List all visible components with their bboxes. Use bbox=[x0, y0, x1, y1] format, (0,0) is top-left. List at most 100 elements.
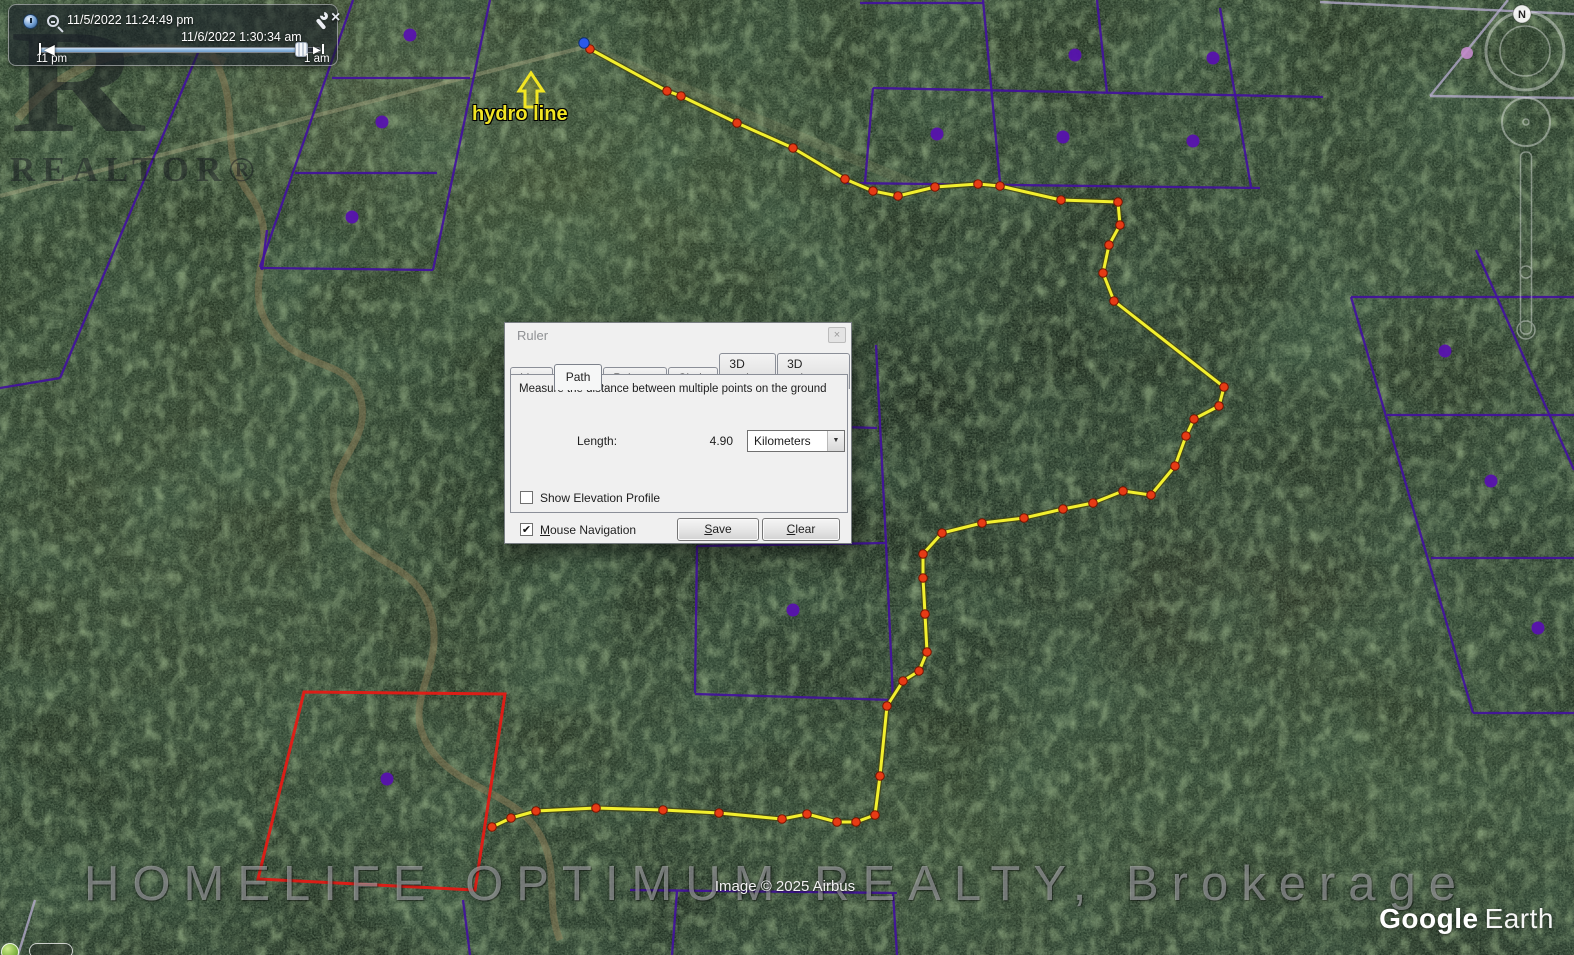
path-vertex[interactable] bbox=[663, 87, 672, 96]
mouse-navigation-checkbox[interactable]: ✔ bbox=[520, 523, 533, 536]
realtor-logo-word: REALTOR® bbox=[10, 150, 261, 190]
path-vertex[interactable] bbox=[1171, 462, 1180, 471]
path-vertex[interactable] bbox=[841, 175, 850, 184]
path-vertex[interactable] bbox=[871, 811, 880, 820]
path-vertex[interactable] bbox=[915, 667, 924, 676]
path-vertex[interactable] bbox=[586, 45, 595, 54]
units-dropdown[interactable]: Kilometers ▼ bbox=[747, 430, 845, 452]
show-elevation-profile-checkbox[interactable] bbox=[520, 491, 533, 504]
path-vertex[interactable] bbox=[996, 182, 1005, 191]
tab-path[interactable]: Path bbox=[554, 364, 603, 390]
parcel-boundary-line bbox=[845, 183, 1260, 188]
status-peek-icon[interactable] bbox=[1, 943, 19, 955]
path-vertex[interactable] bbox=[978, 519, 987, 528]
path-vertex[interactable] bbox=[677, 92, 686, 101]
path-vertex[interactable] bbox=[938, 529, 947, 538]
path-vertex[interactable] bbox=[715, 809, 724, 818]
parcel-marker-dot bbox=[1532, 622, 1545, 635]
google-earth-logo: GoogleEarth bbox=[1379, 903, 1554, 935]
path-vertex[interactable] bbox=[1059, 505, 1068, 514]
path-vertex[interactable] bbox=[931, 183, 940, 192]
path-vertex[interactable] bbox=[659, 806, 668, 815]
parcel-marker-dot bbox=[1439, 345, 1452, 358]
path-vertex[interactable] bbox=[1020, 514, 1029, 523]
ruler-tab-panel: Measure the distance between multiple po… bbox=[510, 374, 848, 513]
compass-inner-ring[interactable] bbox=[1500, 26, 1550, 76]
path-vertex[interactable] bbox=[869, 187, 878, 196]
look-joystick[interactable] bbox=[1502, 98, 1550, 146]
path-vertex[interactable] bbox=[852, 818, 861, 827]
scale-peek-control[interactable] bbox=[29, 943, 73, 955]
brokerage-watermark: HOMELIFE OPTIMUM REALTY, Brokerage bbox=[84, 856, 1469, 912]
path-vertex[interactable] bbox=[1220, 383, 1229, 392]
path-vertex[interactable] bbox=[789, 144, 798, 153]
google-earth-window: N R REALTOR® HOMELIFE OPTIMUM REALTY, Br… bbox=[0, 0, 1574, 955]
north-badge[interactable] bbox=[1513, 5, 1531, 23]
path-vertex[interactable] bbox=[803, 810, 812, 819]
clear-button[interactable]: Clear bbox=[762, 518, 840, 541]
hydro-line-label: hydro line bbox=[472, 103, 568, 126]
time-slider-track[interactable] bbox=[39, 47, 321, 53]
path-vertex[interactable] bbox=[833, 818, 842, 827]
path-vertex[interactable] bbox=[1119, 487, 1128, 496]
time-slider-fill bbox=[40, 48, 300, 52]
parcel-marker-dot bbox=[1057, 131, 1070, 144]
path-start-point[interactable] bbox=[579, 38, 589, 48]
time-slider-range-end-datetime: 11/6/2022 1:30:34 am bbox=[181, 30, 302, 44]
path-vertex[interactable] bbox=[876, 772, 885, 781]
parcel-marker-dot bbox=[1485, 475, 1498, 488]
path-vertex[interactable] bbox=[532, 807, 541, 816]
parcel-boundary-line bbox=[60, 48, 200, 378]
imagery-copyright: Image © 2025 Airbus bbox=[665, 878, 905, 895]
wrench-icon[interactable] bbox=[312, 13, 328, 29]
path-vertex[interactable] bbox=[1105, 241, 1114, 250]
dialog-close-button[interactable]: × bbox=[828, 327, 846, 343]
parcel-boundary-line bbox=[262, 230, 267, 270]
path-vertex[interactable] bbox=[592, 804, 601, 813]
road-line bbox=[1320, 2, 1574, 14]
path-vertex[interactable] bbox=[923, 648, 932, 657]
path-vertex[interactable] bbox=[1215, 402, 1224, 411]
parcel-boundary-line bbox=[695, 546, 697, 693]
path-vertex[interactable] bbox=[894, 192, 903, 201]
path-vertex[interactable] bbox=[921, 610, 930, 619]
clock-icon[interactable] bbox=[23, 14, 38, 29]
path-vertex[interactable] bbox=[1190, 415, 1199, 424]
parcel-marker-dot bbox=[787, 604, 800, 617]
path-vertex[interactable] bbox=[974, 180, 983, 189]
path-vertex[interactable] bbox=[919, 550, 928, 559]
close-icon[interactable]: × bbox=[331, 10, 340, 26]
compass-ring[interactable] bbox=[1486, 12, 1564, 90]
parcel-boundary-line bbox=[873, 88, 1323, 97]
parcel-marker-dot bbox=[1069, 49, 1082, 62]
path-vertex[interactable] bbox=[1110, 297, 1119, 306]
path-vertex[interactable] bbox=[507, 814, 516, 823]
path-vertex[interactable] bbox=[1147, 491, 1156, 500]
parcel-boundary-line bbox=[672, 891, 677, 955]
parcel-boundary-line bbox=[0, 378, 60, 388]
parcel-boundary-line bbox=[433, 0, 490, 270]
path-vertex[interactable] bbox=[1089, 499, 1098, 508]
path-vertex[interactable] bbox=[733, 119, 742, 128]
path-vertex[interactable] bbox=[778, 815, 787, 824]
path-vertex[interactable] bbox=[488, 823, 497, 832]
path-vertex[interactable] bbox=[883, 702, 892, 711]
parcel-boundary-line bbox=[886, 543, 893, 700]
save-button[interactable]: Save bbox=[677, 518, 759, 541]
zoom-slider-track[interactable] bbox=[1521, 152, 1532, 334]
path-vertex[interactable] bbox=[1099, 269, 1108, 278]
dropdown-arrow-icon[interactable]: ▼ bbox=[827, 431, 844, 451]
look-joystick-center[interactable] bbox=[1523, 119, 1529, 125]
path-vertex[interactable] bbox=[1114, 198, 1123, 207]
path-vertex[interactable] bbox=[1116, 221, 1125, 230]
path-vertex[interactable] bbox=[899, 677, 908, 686]
path-vertex[interactable] bbox=[1057, 196, 1066, 205]
zoom-slider-handle[interactable] bbox=[1520, 266, 1532, 278]
zoom-slider-knob[interactable] bbox=[1517, 321, 1535, 339]
parcel-boundary-line bbox=[876, 345, 886, 543]
path-vertex[interactable] bbox=[919, 574, 928, 583]
subject-property-boundary bbox=[258, 692, 505, 890]
path-vertex[interactable] bbox=[1182, 432, 1191, 441]
zoom-out-icon[interactable] bbox=[47, 15, 59, 27]
parcel-boundary-line bbox=[983, 0, 1000, 182]
